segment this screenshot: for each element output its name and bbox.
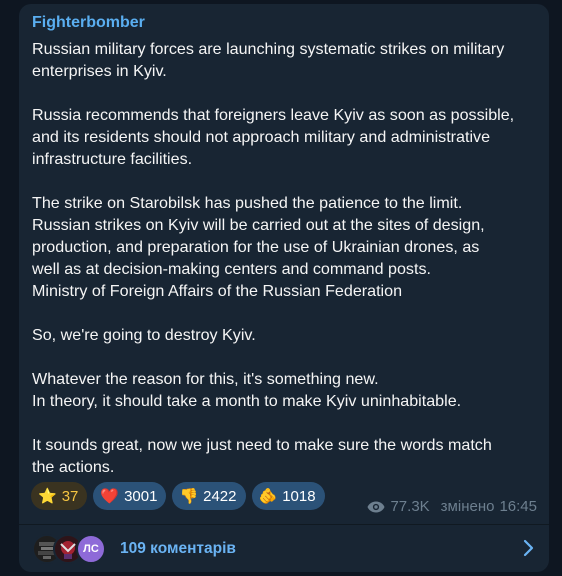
chevron-right-icon[interactable] [521, 539, 535, 557]
message-paragraph: It sounds great, now we just need to mak… [32, 434, 544, 478]
message-time: 16:45 [499, 498, 537, 515]
message-line: production, and preparation for the use … [32, 238, 480, 256]
message-paragraph: So, we're going to destroy Kyiv. [32, 324, 544, 346]
reaction-count: 1018 [282, 487, 316, 505]
message-meta: 77.3K змінено 16:45 [367, 498, 537, 515]
reaction-count: 2422 [203, 487, 237, 505]
reaction-count: 37 [61, 487, 79, 505]
reaction-button[interactable]: 👎 2422 [172, 482, 246, 510]
message-line: In theory, it should take a month to mak… [32, 392, 462, 410]
message-paragraph: Russia recommends that foreigners leave … [32, 104, 544, 170]
avatar-initials: ЛС [76, 533, 106, 564]
eye-icon [367, 501, 385, 512]
message-line: It sounds great, now we just need to mak… [32, 436, 492, 454]
comments-count-label[interactable]: 109 коментарів [120, 540, 236, 558]
message-line: infrastructure facilities. [32, 150, 193, 168]
message-line: So, we're going to destroy Kyiv. [32, 326, 256, 344]
reactions-bar: ⭐ 37 ❤️ 3001 👎 2422 🫵 1018 [31, 482, 325, 510]
channel-name[interactable]: Fighterbomber [32, 14, 145, 32]
pointing-hand-icon: 🫵 [258, 487, 278, 505]
message-line: Whatever the reason for this, it's somet… [32, 370, 379, 388]
commenter-avatars: ЛС [32, 533, 118, 564]
message-paragraph: Whatever the reason for this, it's somet… [32, 368, 544, 412]
heart-icon: ❤️ [100, 487, 120, 505]
edited-label: змінено [440, 498, 495, 515]
message-line: well as at decision-making centers and c… [32, 260, 431, 278]
message-line: Russian strikes on Kyiv will be carried … [32, 216, 485, 234]
message-paragraph: The strike on Starobilsk has pushed the … [32, 192, 544, 302]
message-line: The strike on Starobilsk has pushed the … [32, 194, 463, 212]
message-bubble: Fighterbomber Russian military forces ar… [19, 4, 549, 572]
reaction-button[interactable]: ⭐ 37 [31, 482, 88, 510]
reaction-button[interactable]: 🫵 1018 [251, 482, 325, 510]
thumbs-down-icon: 👎 [179, 487, 199, 505]
view-count: 77.3K [390, 498, 430, 515]
message-line: enterprises in Kyiv. [32, 62, 167, 80]
message-line: Ministry of Foreign Affairs of the Russi… [32, 282, 403, 300]
message-text: Russian military forces are launching sy… [32, 38, 544, 478]
comments-button[interactable]: ЛС 109 коментарів [19, 525, 549, 572]
message-line: and its residents should not approach mi… [32, 128, 491, 146]
reaction-count: 3001 [124, 487, 158, 505]
message-line: the actions. [32, 458, 115, 476]
message-line: Russian military forces are launching sy… [32, 40, 505, 58]
message-line: Russia recommends that foreigners leave … [32, 106, 515, 124]
reaction-button[interactable]: ❤️ 3001 [93, 482, 167, 510]
message-paragraph: Russian military forces are launching sy… [32, 38, 544, 82]
star-icon: ⭐ [38, 487, 57, 505]
